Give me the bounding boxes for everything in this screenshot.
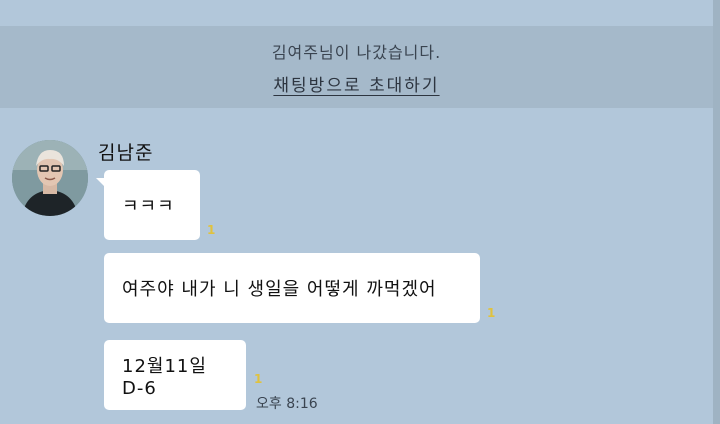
- message-text: ㅋㅋㅋ: [122, 196, 175, 217]
- unread-count: 1: [254, 372, 263, 386]
- message-bubble[interactable]: ㅋㅋㅋ: [104, 170, 200, 240]
- invite-to-chatroom-link[interactable]: 채팅방으로 초대하기: [273, 71, 439, 96]
- system-notice-banner: 김여주님이 나갔습니다. 채팅방으로 초대하기: [0, 26, 713, 108]
- message-text: 12월11일 D-6: [122, 355, 207, 399]
- unread-count: 1: [207, 223, 216, 237]
- user-left-notice: 김여주님이 나갔습니다.: [271, 42, 442, 62]
- message-timestamp: 오후 8:16: [256, 396, 318, 412]
- message-bubble[interactable]: 여주야 내가 니 생일을 어떻게 까먹겠어: [104, 253, 480, 323]
- sender-avatar[interactable]: [12, 140, 88, 216]
- message-text: 여주야 내가 니 생일을 어떻게 까먹겠어: [122, 279, 437, 300]
- unread-count: 1: [487, 306, 496, 320]
- profile-photo: [12, 140, 88, 216]
- scrollbar[interactable]: [713, 0, 720, 424]
- message-bubble[interactable]: 12월11일 D-6: [104, 340, 246, 410]
- sender-name: 김남준: [98, 142, 154, 164]
